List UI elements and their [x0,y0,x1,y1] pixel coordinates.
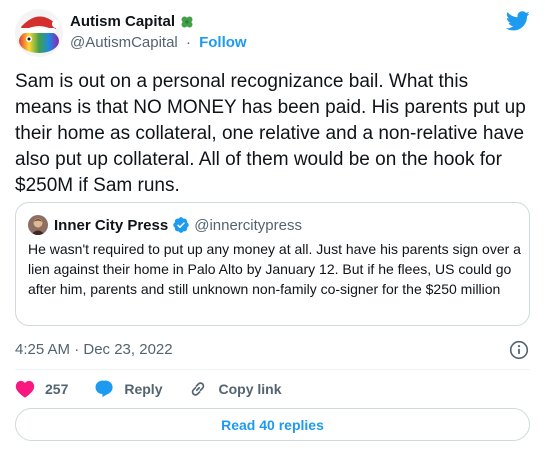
like-count: 257 [45,381,69,397]
reply-icon [95,380,113,397]
author-handle[interactable]: @AutismCapital [70,34,178,51]
follow-link[interactable]: Follow [199,34,247,51]
author-display-name[interactable]: Autism Capital [70,13,175,30]
info-icon[interactable] [509,340,529,365]
author-name-row: Autism Capital [70,13,195,30]
tweet-text: Sam is out on a personal recognizance ba… [15,71,526,196]
author-avatar[interactable] [15,9,63,57]
heart-icon [15,380,35,398]
quote-avatar [28,215,48,235]
copy-link-label: Copy link [218,381,282,397]
link-icon [192,382,205,396]
clover-icon [179,14,195,30]
like-button[interactable]: 257 [15,380,68,398]
tweet-card: Autism Capital @AutismCapital · Follow S… [0,0,545,452]
quote-text: He wasn't required to put up any money a… [28,241,521,297]
twitter-bird-icon[interactable] [505,9,530,38]
quote-header: Inner City Press @innercitypress [28,215,302,235]
copy-link-button[interactable]: Copy link [188,379,282,399]
reply-button[interactable]: Reply [94,379,162,399]
author-handle-row: @AutismCapital · Follow [70,34,247,51]
reply-label: Reply [124,381,163,397]
read-replies-button[interactable]: Read 40 replies [15,408,530,441]
quote-display-name: Inner City Press [54,216,169,234]
handle-separator: · [185,34,191,51]
quote-handle: @innercitypress [194,216,302,234]
action-bar: 257 Reply Copy link [15,379,308,399]
verified-badge-icon [172,216,190,234]
tweet-header: Autism Capital @AutismCapital · Follow [15,9,535,57]
tweet-timestamp[interactable]: 4:25 AM · Dec 23, 2022 [15,341,173,358]
quote-tweet[interactable]: Inner City Press @innercitypress He wasn… [15,202,530,326]
divider [15,369,530,370]
